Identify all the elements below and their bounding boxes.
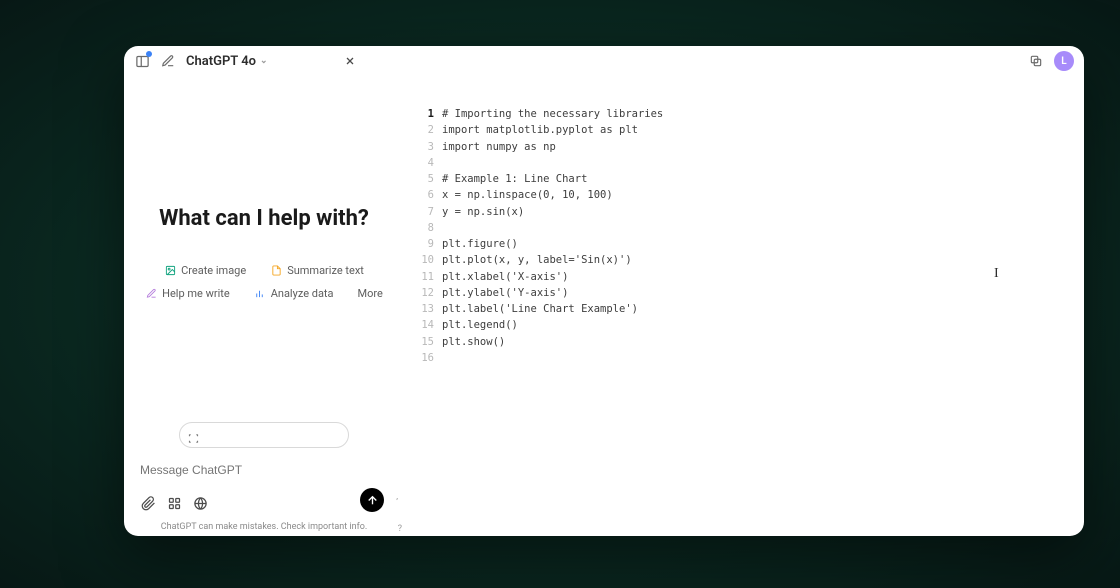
avatar[interactable]: L	[1054, 51, 1074, 71]
send-hint: ‚	[396, 492, 398, 502]
suggestion-create-image[interactable]: Create image	[159, 261, 251, 280]
chart-icon	[254, 288, 266, 300]
help-icon[interactable]: ?	[398, 524, 402, 534]
code-content[interactable]: # Importing the necessary libraries impo…	[442, 106, 663, 522]
tools-icon[interactable]	[166, 495, 182, 511]
chevron-down-icon: ⌄	[260, 56, 268, 66]
suggestion-summarize-text[interactable]: Summarize text	[265, 261, 369, 280]
image-icon	[164, 265, 176, 277]
suggestion-more[interactable]: More	[353, 284, 388, 303]
pencil-icon	[145, 288, 157, 300]
sidebar-toggle-icon[interactable]	[134, 53, 150, 69]
suggestion-help-write[interactable]: Help me write	[140, 284, 235, 303]
document-icon	[270, 265, 282, 277]
disclaimer-text: ChatGPT can make mistakes. Check importa…	[140, 522, 388, 532]
titlebar: ChatGPT 4o ⌄ L	[124, 46, 1084, 76]
message-input[interactable]	[140, 458, 388, 482]
composer: ‚ ChatGPT can make mistakes. Check impor…	[124, 458, 404, 536]
attach-icon[interactable]	[140, 495, 156, 511]
welcome-heading: What can I help with?	[159, 206, 369, 231]
close-icon[interactable]	[342, 53, 358, 69]
model-selector[interactable]: ChatGPT 4o ⌄	[186, 54, 268, 69]
text-cursor-icon: I	[994, 266, 999, 282]
attachment-pill[interactable]	[179, 422, 349, 448]
focus-icon	[188, 429, 200, 441]
copy-icon[interactable]	[1028, 53, 1044, 69]
line-numbers: 12345678910111213141516	[418, 106, 442, 522]
app-window: ChatGPT 4o ⌄ L What can I help with? Cre…	[124, 46, 1084, 536]
suggestion-row: Create image Summarize text Help me writ…	[124, 261, 404, 303]
model-name: ChatGPT 4o	[186, 54, 256, 69]
globe-icon[interactable]	[192, 495, 208, 511]
code-pane: 12345678910111213141516 # Importing the …	[404, 76, 1084, 536]
send-button[interactable]: ‚	[360, 488, 384, 512]
new-chat-icon[interactable]	[160, 53, 176, 69]
chat-pane: What can I help with? Create image Summa…	[124, 76, 404, 536]
suggestion-analyze-data[interactable]: Analyze data	[249, 284, 339, 303]
